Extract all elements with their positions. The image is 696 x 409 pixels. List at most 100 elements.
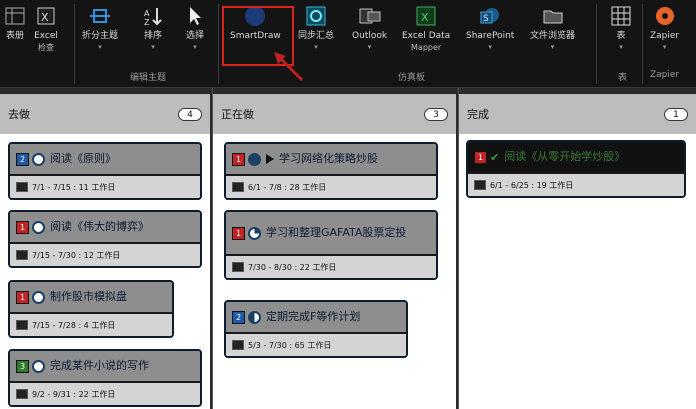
card-dates: 6/1 - 6/25 : 19 工作日 [490,180,574,190]
ribbon-separator [596,4,597,84]
chevron-down-icon: ▾ [488,43,492,51]
lane-count-badge: 4 [178,108,202,121]
outlook-icon [357,4,383,28]
svg-text:X: X [41,11,49,24]
sort-icon: AZ [140,4,166,28]
card-title: 阅读《伟大的博弈》 [50,220,149,233]
split-topic-button[interactable]: 折分主题 ▾ [82,4,118,53]
topic-card[interactable]: 2 定期完成F等作计划 5/3 - 7/30 : 65 工作日 [224,300,408,358]
card-dates: 7/1 - 7/15 : 11 工作日 [32,182,116,192]
cursor-icon [182,4,208,28]
svg-text:S: S [483,14,489,24]
sync-icon [303,4,329,28]
excel-data-icon: X [413,4,439,28]
calendar-icon [232,182,244,192]
excel-check-sub: 检查 [38,43,54,52]
excel-data-mapper-button[interactable]: X Excel Data Mapper [402,4,450,53]
card-footer: 7/15 - 7/30 : 12 工作日 [10,244,200,266]
group-label-table: 表 [618,73,628,83]
progress-empty-icon [32,359,45,373]
priority-icon: 1 [232,226,245,240]
excel-check-button[interactable]: X Excel 检查 [33,4,59,53]
card-header: 1 阅读《伟大的博弈》 [10,212,200,244]
card-footer: 5/3 - 7/30 : 65 工作日 [226,334,406,356]
topic-card[interactable]: 1 学习和整理GAFATA股票定投 7/30 - 8/30 : 22 工作日 [224,210,438,280]
lane-header[interactable]: 去做 4 [0,94,210,134]
progress-quarter-icon [248,226,261,240]
progress-empty-icon [32,152,45,166]
chevron-down-icon: ▾ [662,43,667,51]
table-button-label: 表册 [5,31,24,41]
excel-check-label: Excel [34,31,58,41]
table-icon [2,4,28,28]
card-header: 1 制作股市模拟盘 [10,282,172,314]
card-dates: 5/3 - 7/30 : 65 工作日 [248,340,332,350]
lane-header[interactable]: 完成 1 [459,94,696,134]
card-title: 制作股市模拟盘 [50,290,127,303]
chevron-down-icon: ▾ [151,43,155,51]
priority-icon: 1 [232,152,245,166]
card-header: 1 学习和整理GAFATA股票定投 [226,212,436,256]
priority-icon: 1 [16,290,29,304]
priority-icon: 1 [474,150,487,164]
card-dates: 7/15 - 7/30 : 12 工作日 [32,250,121,260]
lane-title: 正在做 [221,108,254,121]
card-footer: 7/15 - 7/28 : 4 工作日 [10,314,172,336]
card-title: 完成某件小说的写作 [50,359,149,372]
topic-card[interactable]: 1 制作股市模拟盘 7/15 - 7/28 : 4 工作日 [8,280,174,338]
sync-button[interactable]: 同步汇总 ▾ [298,4,334,53]
ribbon-separator [218,4,219,84]
group-label-sim: 仿真板 [398,73,426,83]
chevron-down-icon: ▾ [619,43,623,51]
card-title: 阅读《从零开始学炒股》 [504,150,626,163]
ribbon-toolbar: 表册 X Excel 检查 折分主题 ▾ AZ 排序 ▾ 选择 ▾ SmartD… [0,0,696,88]
group-label-edit: 编辑主题 [130,73,167,83]
progress-half-icon [248,310,261,324]
card-header: 3 完成某件小说的写作 [10,351,200,383]
priority-icon: 2 [232,310,245,324]
split-topic-label: 折分主题 [82,31,119,41]
card-header: 2 阅读《原则》 [10,144,200,176]
excel-data-sub: Mapper [411,43,442,52]
file-browser-label: 文件浏览器 [530,31,576,41]
calendar-icon [232,262,244,272]
ribbon-separator [642,4,643,84]
topic-card[interactable]: 1 阅读《伟大的博弈》 7/15 - 7/30 : 12 工作日 [8,210,202,268]
card-footer: 7/1 - 7/15 : 11 工作日 [10,176,200,198]
outlook-button[interactable]: Outlook ▾ [352,4,387,53]
card-footer: 6/1 - 6/25 : 19 工作日 [468,174,684,196]
topic-card[interactable]: 3 完成某件小说的写作 9/2 - 9/31 : 22 工作日 [8,349,202,407]
card-title: 定期完成F等作计划 [266,310,361,323]
priority-icon: 1 [16,220,29,234]
sort-button[interactable]: AZ 排序 ▾ [140,4,166,53]
grid-table-label: 表 [616,31,626,41]
topic-card[interactable]: 1 学习网络化策略炒股 6/1 - 7/8 : 28 工作日 [224,142,438,200]
lane-title: 完成 [467,108,489,121]
card-title: 阅读《原则》 [50,152,116,165]
select-label: 选择 [185,31,204,41]
chevron-down-icon: ▾ [193,43,197,51]
sync-label: 同步汇总 [298,31,335,41]
card-title: 学习和整理GAFATA股票定投 [266,226,407,239]
file-browser-button[interactable]: 文件浏览器 ▾ [530,4,575,53]
topic-card[interactable]: 1 ✔ 阅读《从零开始学炒股》 6/1 - 6/25 : 19 工作日 [466,140,686,198]
card-footer: 9/2 - 9/31 : 22 工作日 [10,383,200,405]
grid-table-button[interactable]: 表 ▾ [608,4,634,53]
lane-count-badge: 3 [424,108,448,121]
card-header: 1 ✔ 阅读《从零开始学炒股》 [468,142,684,174]
chevron-down-icon: ▾ [367,43,372,51]
chevron-down-icon: ▾ [98,43,102,51]
lane-header[interactable]: 正在做 3 [213,94,456,134]
select-button[interactable]: 选择 ▾ [182,4,208,53]
zapier-button[interactable]: Zapier ▾ [650,4,679,53]
lane-done: 完成 1 [458,88,696,409]
sharepoint-icon: S [477,4,503,28]
topic-card[interactable]: 2 阅读《原则》 7/1 - 7/15 : 11 工作日 [8,142,202,200]
split-icon [87,4,113,28]
sharepoint-button[interactable]: S SharePoint ▾ [466,4,514,53]
card-dates: 6/1 - 7/8 : 28 工作日 [248,182,327,192]
excel-icon: X [33,4,59,28]
table-button[interactable]: 表册 [2,4,28,42]
card-dates: 7/30 - 8/30 : 22 工作日 [248,262,337,272]
card-header: 2 定期完成F等作计划 [226,302,406,334]
